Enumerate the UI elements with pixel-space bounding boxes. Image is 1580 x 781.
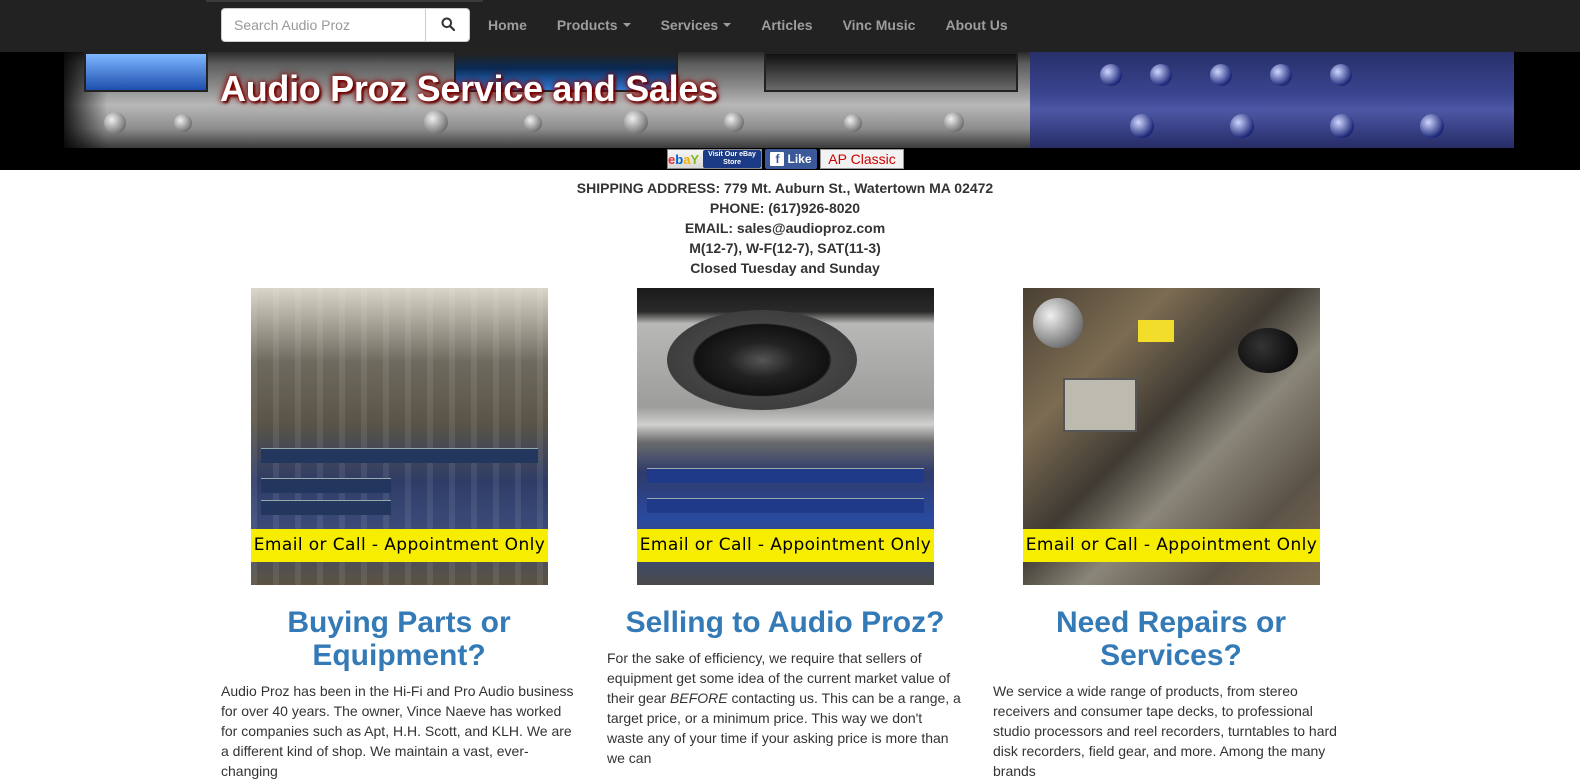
- nav-about-us-label: About Us: [945, 17, 1008, 33]
- knob-graphic: [1210, 64, 1232, 86]
- rack-graphic: [261, 478, 391, 493]
- oscilloscope-graphic: [1063, 378, 1137, 432]
- nav-vinc-music-label: Vinc Music: [842, 17, 916, 33]
- site-title: Audio Proz Service and Sales: [220, 68, 718, 109]
- nav-articles-label: Articles: [761, 17, 813, 33]
- caret-down-icon: [723, 23, 732, 27]
- closed-days: Closed Tuesday and Sunday: [690, 260, 880, 276]
- lamp-graphic: [1238, 328, 1298, 373]
- email-address: EMAIL: sales@audioproz.com: [684, 220, 886, 236]
- caret-down-icon: [622, 23, 631, 27]
- turntable-graphic: [667, 310, 857, 410]
- knob-graphic: [174, 114, 192, 132]
- nav-about-us[interactable]: About Us: [930, 0, 1022, 50]
- store-hours: M(12-7), W-F(12-7), SAT(11-3): [689, 240, 881, 256]
- main-nav: Home Products Services Articles Vinc Mus…: [473, 0, 1023, 50]
- selling-description: For the sake of efficiency, we require t…: [607, 648, 962, 768]
- search-input[interactable]: [221, 8, 426, 42]
- knob-graphic: [1150, 64, 1172, 86]
- nav-articles[interactable]: Articles: [746, 0, 827, 50]
- banner-preamp-image: [1030, 52, 1514, 148]
- shipping-address: SHIPPING ADDRESS: 779 Mt. Auburn St., Wa…: [576, 180, 994, 196]
- knob-graphic: [724, 112, 744, 132]
- knob-graphic: [1270, 64, 1292, 86]
- facebook-like-label: Like: [787, 152, 812, 166]
- appointment-banner: Email or Call - Appointment Only: [637, 529, 934, 562]
- buying-description: Audio Proz has been in the Hi-Fi and Pro…: [221, 683, 574, 779]
- nav-home[interactable]: Home: [473, 0, 542, 50]
- nav-home-label: Home: [488, 17, 527, 33]
- search-form: [221, 8, 470, 42]
- knob-graphic: [104, 112, 126, 134]
- knob-graphic: [524, 114, 542, 132]
- repairs-heading: Need Repairs or Services?: [1055, 606, 1287, 672]
- reel-graphic: [1033, 298, 1083, 348]
- buying-heading: Buying Parts or Equipment?: [287, 606, 511, 672]
- ap-classic-badge[interactable]: AP Classic: [820, 149, 904, 169]
- display-panel-graphic: [764, 52, 1018, 92]
- repair-image[interactable]: Email or Call - Appointment Only: [1023, 288, 1320, 585]
- search-button[interactable]: [426, 8, 470, 42]
- top-navbar: Home Products Services Articles Vinc Mus…: [0, 0, 1580, 53]
- ebay-badge-label: Visit Our eBay Store: [703, 150, 761, 168]
- rack-graphic: [647, 468, 924, 483]
- search-icon: [441, 17, 455, 34]
- navbar-accent-line: [206, 0, 483, 2]
- phone-number: PHONE: (617)926-8020: [709, 200, 861, 216]
- selling-heading: Selling to Audio Proz?: [625, 606, 945, 639]
- knob-graphic: [1330, 64, 1352, 86]
- knob-graphic: [944, 112, 964, 132]
- rack-graphic: [261, 448, 538, 463]
- knob-graphic: [1420, 114, 1444, 138]
- vu-meter-graphic: [84, 52, 208, 92]
- header-banner: Audio Proz Service and Sales ebaY Visit …: [0, 52, 1580, 170]
- knob-graphic: [1330, 114, 1354, 138]
- nav-services-dropdown[interactable]: Services: [646, 0, 747, 50]
- nav-services-label: Services: [660, 17, 719, 33]
- ebay-logo: ebaY: [668, 151, 700, 167]
- buying-image[interactable]: Email or Call - Appointment Only: [251, 288, 548, 585]
- nav-products-label: Products: [556, 17, 618, 33]
- ebay-store-badge[interactable]: ebaY Visit Our eBay Store: [667, 149, 762, 169]
- selling-text-emphasis: BEFORE: [670, 690, 728, 706]
- appointment-banner: Email or Call - Appointment Only: [1023, 529, 1320, 562]
- appointment-banner: Email or Call - Appointment Only: [251, 529, 548, 562]
- social-badges: ebaY Visit Our eBay Store f Like AP Clas…: [667, 149, 904, 169]
- yellow-part-graphic: [1138, 320, 1174, 342]
- knob-graphic: [624, 110, 648, 134]
- knob-graphic: [1100, 64, 1122, 86]
- nav-products-dropdown[interactable]: Products: [542, 0, 646, 50]
- facebook-like-badge[interactable]: f Like: [765, 149, 817, 169]
- knob-graphic: [844, 114, 862, 132]
- selling-image[interactable]: Email or Call - Appointment Only: [637, 288, 934, 585]
- facebook-icon: f: [770, 152, 785, 166]
- rack-graphic: [261, 500, 391, 515]
- nav-vinc-music[interactable]: Vinc Music: [828, 0, 931, 50]
- ap-classic-label: AP Classic: [828, 151, 896, 167]
- knob-graphic: [1130, 114, 1154, 138]
- repairs-description: We service a wide range of products, fro…: [993, 683, 1337, 779]
- contact-info: SHIPPING ADDRESS: 779 Mt. Auburn St., Wa…: [0, 178, 1570, 278]
- knob-graphic: [424, 110, 448, 134]
- knob-graphic: [1230, 114, 1254, 138]
- rack-graphic: [647, 498, 924, 513]
